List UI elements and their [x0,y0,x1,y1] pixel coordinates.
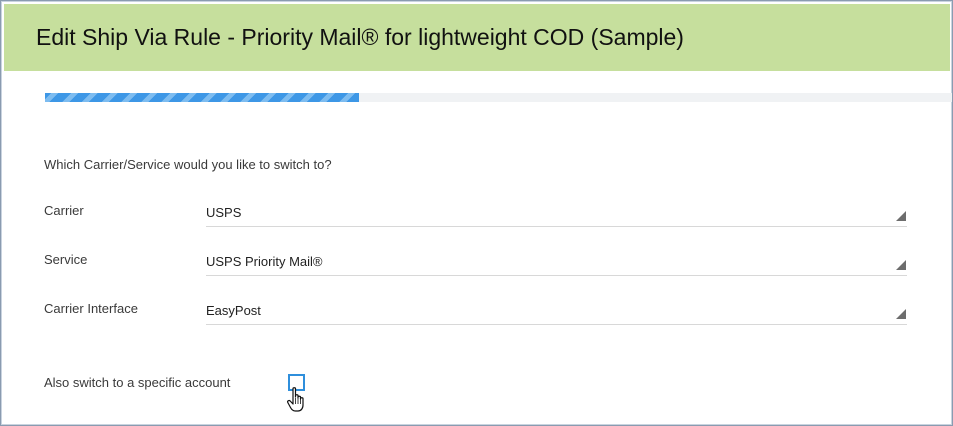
edit-ship-via-rule-dialog: Edit Ship Via Rule - Priority Mail® for … [0,0,953,426]
dropdown-triangle-icon[interactable] [896,309,906,319]
wizard-progress-bar [45,93,952,102]
service-select[interactable]: USPS Priority Mail® [206,251,907,276]
specific-account-label: Also switch to a specific account [44,375,231,390]
service-select-value: USPS Priority Mail® [206,254,323,269]
wizard-progress-fill [45,93,359,102]
dialog-header: Edit Ship Via Rule - Priority Mail® for … [4,4,950,71]
dialog-title: Edit Ship Via Rule - Priority Mail® for … [36,24,684,50]
carrier-interface-select[interactable]: EasyPost [206,300,907,325]
service-label: Service [44,252,88,267]
hand-pointer-icon [287,387,304,412]
carrier-interface-select-value: EasyPost [206,303,261,318]
dropdown-triangle-icon[interactable] [896,211,906,221]
dropdown-triangle-icon[interactable] [896,260,906,270]
carrier-service-prompt: Which Carrier/Service would you like to … [44,157,332,172]
carrier-interface-label: Carrier Interface [44,301,138,316]
carrier-label: Carrier [44,203,84,218]
carrier-select-value: USPS [206,205,242,220]
carrier-select[interactable]: USPS [206,202,907,227]
